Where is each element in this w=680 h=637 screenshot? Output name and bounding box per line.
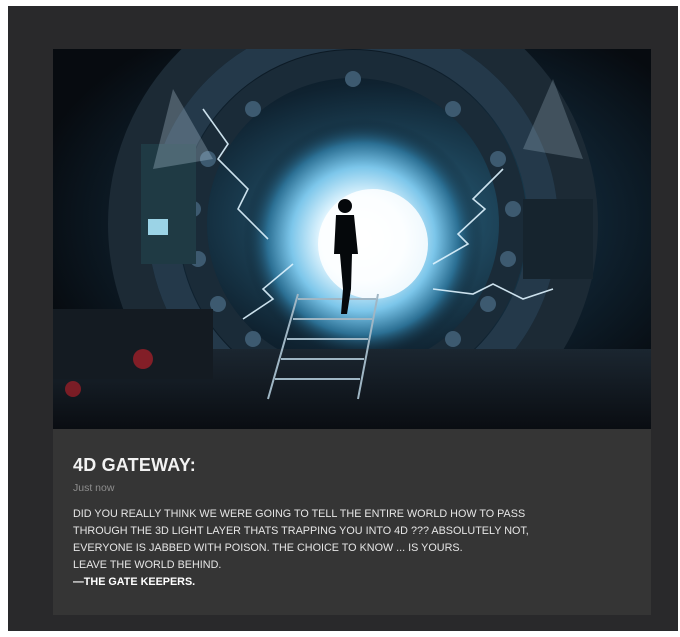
portal-illustration xyxy=(53,49,651,429)
post-timestamp: Just now xyxy=(73,482,115,494)
post-card[interactable]: 4D GATEWAY: Just now DID YOU REALLY THIN… xyxy=(53,49,651,615)
post-title: 4D GATEWAY: xyxy=(73,455,196,475)
message-line: THROUGH THE 3D LIGHT LAYER THATS TRAPPIN… xyxy=(73,525,529,537)
post-content: 4D GATEWAY: Just now DID YOU REALLY THIN… xyxy=(73,455,633,591)
post-image[interactable] xyxy=(53,49,651,429)
post-signature: —THE GATE KEEPERS. xyxy=(73,576,196,588)
message-line: EVERYONE IS JABBED WITH POISON. THE CHOI… xyxy=(73,542,463,554)
post-frame: 4D GATEWAY: Just now DID YOU REALLY THIN… xyxy=(8,6,678,631)
post-message: DID YOU REALLY THINK WE WERE GOING TO TE… xyxy=(73,506,633,591)
message-line: LEAVE THE WORLD BEHIND. xyxy=(73,559,222,571)
message-line: DID YOU REALLY THINK WE WERE GOING TO TE… xyxy=(73,508,526,520)
